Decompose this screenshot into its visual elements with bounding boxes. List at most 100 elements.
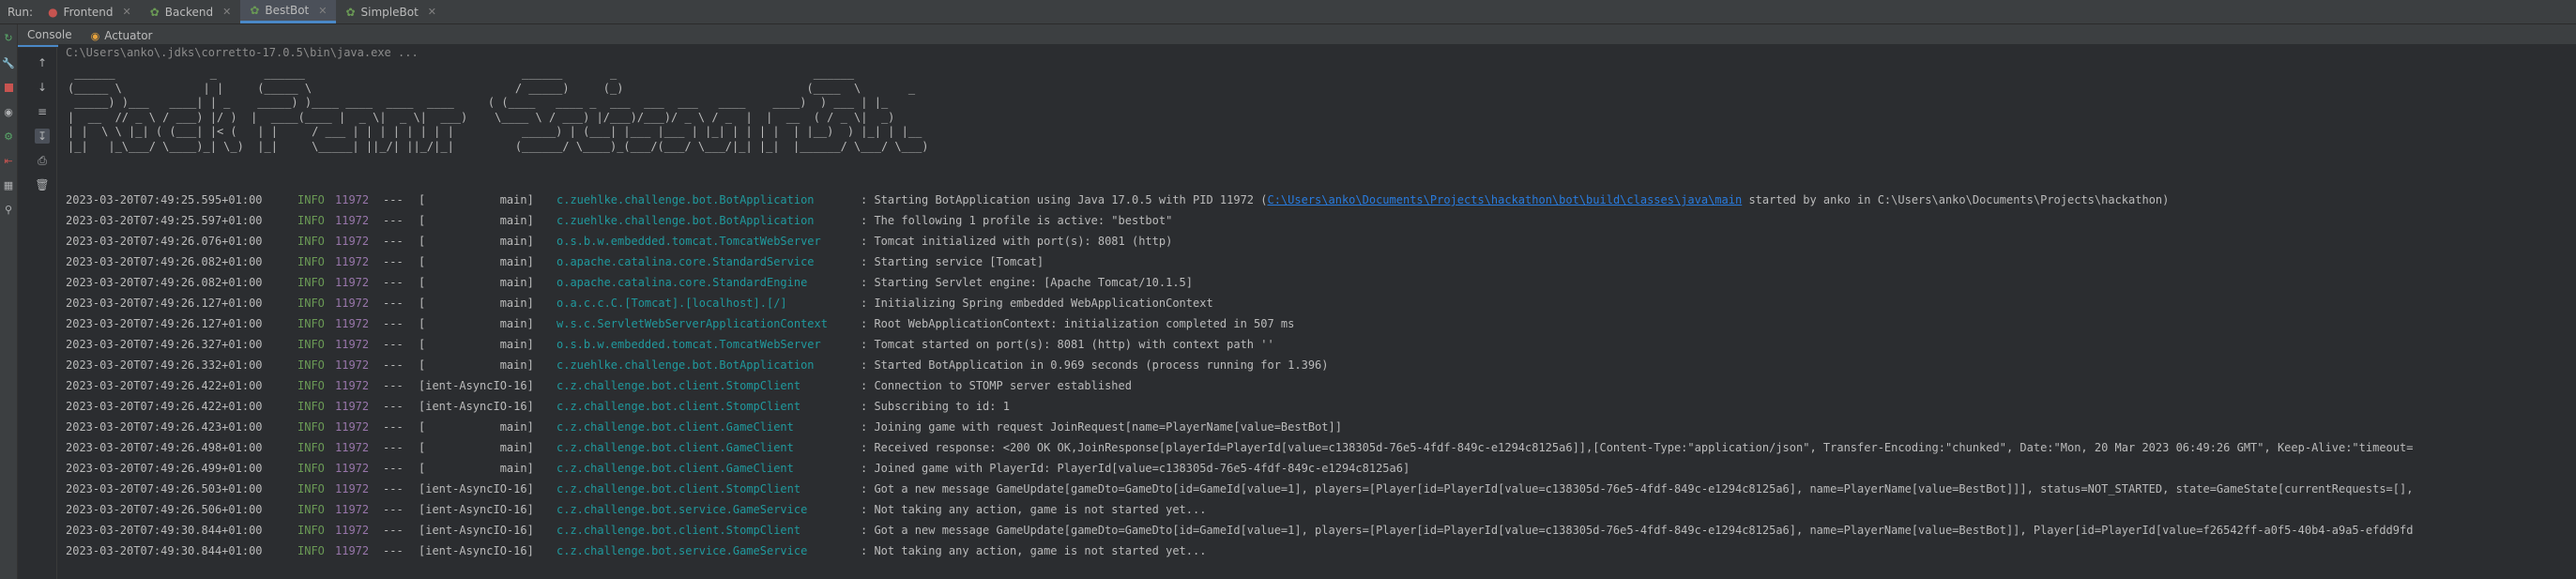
log-pid: 11972 [335, 338, 370, 351]
banner-line: |_| |_\___/ \____)_| \_) |_| \_____| ||_… [68, 139, 929, 153]
log-thread: [ient-AsyncIO-16] [419, 379, 534, 392]
debug-icon[interactable]: ⚙ [2, 130, 15, 143]
log-message-text: : Subscribing to id: 1 [861, 400, 1010, 413]
log-message: : Joined game with PlayerId: PlayerId[va… [861, 458, 1410, 479]
close-icon[interactable]: ✕ [222, 6, 231, 18]
log-thread: [ main] [419, 214, 534, 227]
tab-actuator-label: Actuator [104, 29, 153, 42]
close-icon[interactable]: ✕ [428, 6, 436, 18]
close-icon[interactable]: ✕ [123, 6, 131, 18]
banner-line: (_____ \ | | (_____ \ / _____) (_) (____… [68, 81, 916, 95]
pin-icon[interactable]: ⚲ [2, 203, 15, 216]
log-separator: --- [383, 338, 404, 351]
log-separator: --- [383, 214, 404, 227]
log-pid: 11972 [335, 420, 370, 434]
log-logger: c.z.challenge.bot.service.GameService [556, 503, 808, 516]
log-logger: c.zuehlke.challenge.bot.BotApplication [556, 358, 815, 372]
log-separator: --- [383, 441, 404, 454]
log-message: : Joining game with request JoinRequest[… [861, 417, 1342, 437]
close-icon[interactable]: ✕ [318, 5, 327, 17]
run-tab-frontend[interactable]: ● Frontend ✕ [38, 0, 141, 23]
log-level: INFO [297, 462, 325, 475]
log-separator: --- [383, 503, 404, 516]
run-tab-backend[interactable]: ✿ Backend ✕ [141, 0, 241, 23]
exit-icon[interactable]: ⇤ [2, 154, 15, 167]
log-thread: [ main] [419, 462, 534, 475]
log-separator: --- [383, 482, 404, 495]
log-separator: --- [383, 524, 404, 537]
log-thread: [ main] [419, 255, 534, 268]
log-message-text: : Not taking any action, game is not sta… [861, 544, 1207, 557]
log-logger: c.z.challenge.bot.client.GameClient [556, 420, 794, 434]
log-separator: --- [383, 276, 404, 289]
log-thread: [ main] [419, 358, 534, 372]
log-separator: --- [383, 255, 404, 268]
classpath-link[interactable]: C:\Users\anko\Documents\Projects\hackath… [1267, 193, 1742, 206]
log-message: : Received response: <200 OK OK,JoinResp… [861, 437, 2413, 458]
log-pid: 11972 [335, 358, 370, 372]
arrow-down-icon[interactable]: ↓ [35, 80, 50, 95]
log-message-text: started by anko in C:\Users\anko\Documen… [1742, 193, 2170, 206]
log-message: : Tomcat started on port(s): 8081 (http)… [861, 334, 1274, 355]
log-message-text: : The following 1 profile is active: "be… [861, 214, 1173, 227]
rerun-icon[interactable]: ↻ [2, 31, 15, 44]
log-timestamp: 2023-03-20T07:49:26.503+01:00 [66, 482, 263, 495]
stop-icon[interactable] [2, 81, 15, 94]
log-level: INFO [297, 255, 325, 268]
log-level: INFO [297, 544, 325, 557]
log-separator: --- [383, 235, 404, 248]
log-pid: 11972 [335, 235, 370, 248]
log-thread: [ main] [419, 338, 534, 351]
log-separator: --- [383, 297, 404, 310]
log-message: : Not taking any action, game is not sta… [861, 541, 1206, 561]
log-logger: o.s.b.w.embedded.tomcat.TomcatWebServer [556, 338, 821, 351]
log-message: : Starting BotApplication using Java 17.… [861, 190, 2169, 210]
run-tab-simplebot[interactable]: ✿ SimpleBot ✕ [336, 0, 446, 23]
log-pid: 11972 [335, 462, 370, 475]
print-icon[interactable]: ⎙ [35, 153, 50, 168]
banner-line: | __ // _ \ / ___) |/ ) | ____(____ | _ … [68, 110, 895, 124]
log-logger: c.z.challenge.bot.client.StompClient [556, 400, 801, 413]
wrench-icon[interactable]: 🔧 [2, 56, 15, 69]
log-level: INFO [297, 400, 325, 413]
log-pid: 11972 [335, 524, 370, 537]
soft-wrap-icon[interactable]: ≡ [35, 104, 50, 119]
log-timestamp: 2023-03-20T07:49:26.506+01:00 [66, 503, 263, 516]
log-thread: [ main] [419, 317, 534, 330]
log-logger: o.a.c.c.C.[Tomcat].[localhost].[/] [556, 297, 787, 310]
arrow-up-icon[interactable]: ↑ [35, 55, 50, 70]
log-pid: 11972 [335, 255, 370, 268]
log-separator: --- [383, 462, 404, 475]
log-level: INFO [297, 317, 325, 330]
log-message-text: : Got a new message GameUpdate[gameDto=G… [861, 524, 2414, 537]
log-message-text: : Started BotApplication in 0.969 second… [861, 358, 1329, 372]
log-message-text: : Starting Servlet engine: [Apache Tomca… [861, 276, 1194, 289]
log-level: INFO [297, 214, 325, 227]
log-separator: --- [383, 544, 404, 557]
scroll-to-end-icon[interactable]: ↧ [35, 129, 50, 144]
log-thread: [ient-AsyncIO-16] [419, 524, 534, 537]
log-message: : Not taking any action, game is not sta… [861, 499, 1206, 520]
log-timestamp: 2023-03-20T07:49:26.127+01:00 [66, 317, 263, 330]
log-message-text: : Received response: <200 OK OK,JoinResp… [861, 441, 2414, 454]
console-output[interactable]: C:\Users\anko\.jdks\corretto-17.0.5\bin\… [58, 44, 2576, 579]
log-separator: --- [383, 400, 404, 413]
log-pid: 11972 [335, 482, 370, 495]
run-label: Run: [8, 5, 34, 19]
log-separator: --- [383, 358, 404, 372]
log-timestamp: 2023-03-20T07:49:26.499+01:00 [66, 462, 263, 475]
log-thread: [ient-AsyncIO-16] [419, 544, 534, 557]
trash-icon[interactable]: 🗑 [35, 177, 50, 192]
layout-icon[interactable]: ▦ [2, 178, 15, 191]
log-thread: [ main] [419, 235, 534, 248]
log-thread: [ient-AsyncIO-16] [419, 503, 534, 516]
log-message: : Subscribing to id: 1 [861, 396, 1010, 417]
log-message-text: : Joined game with PlayerId: PlayerId[va… [861, 462, 1410, 475]
log-message-text: : Starting BotApplication using Java 17.… [861, 193, 1268, 206]
camera-icon[interactable]: ◉ [2, 105, 15, 118]
run-tab-bestbot[interactable]: ✿ BestBot ✕ [240, 0, 337, 23]
log-level: INFO [297, 420, 325, 434]
run-tab-label: BestBot [265, 4, 310, 17]
log-logger: c.z.challenge.bot.client.StompClient [556, 482, 801, 495]
log-pid: 11972 [335, 297, 370, 310]
